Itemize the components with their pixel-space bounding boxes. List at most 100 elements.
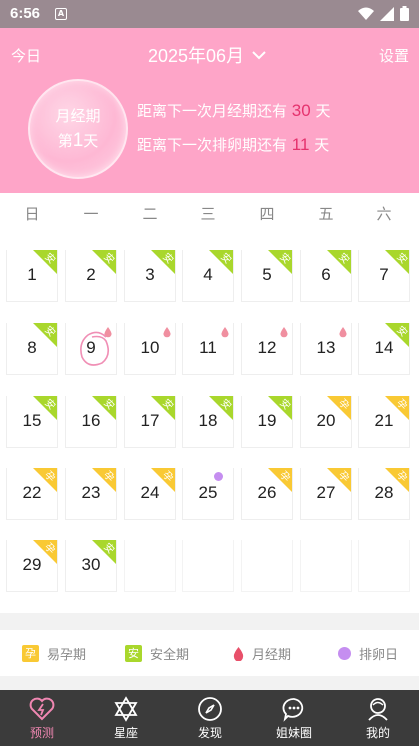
next-ovulation-text: 距离下一次排卵期还有 bbox=[137, 136, 288, 154]
safe-tag: 安 bbox=[268, 250, 292, 274]
wifi-icon bbox=[358, 7, 374, 20]
ovulation-dot-icon bbox=[338, 647, 351, 660]
day-cell[interactable]: 5安 bbox=[241, 250, 293, 302]
day-cell[interactable]: 12 bbox=[241, 323, 293, 375]
compass-icon bbox=[198, 697, 222, 721]
day-cell[interactable]: 16 安 bbox=[65, 396, 117, 448]
tab-sisters[interactable]: 姐妹圈 bbox=[252, 690, 336, 746]
status-bar: 6:56 A bbox=[0, 0, 419, 28]
day-cell[interactable]: 22 孕 bbox=[6, 468, 58, 520]
fertile-tag: 孕 bbox=[385, 396, 409, 420]
day-number: 12 bbox=[257, 338, 277, 357]
month-label: 2025年06月 bbox=[148, 46, 245, 66]
fertile-tag: 孕 bbox=[33, 468, 57, 492]
ovulation-dot-icon bbox=[214, 472, 223, 481]
today-circle bbox=[80, 331, 110, 366]
day-cell[interactable]: 29 孕 bbox=[6, 540, 58, 592]
tab-discover[interactable]: 发现 bbox=[168, 690, 252, 746]
day-number: 25 bbox=[198, 483, 218, 502]
legend-fertile-label: 易孕期 bbox=[47, 648, 87, 663]
day-cell[interactable]: 6安 bbox=[300, 250, 352, 302]
period-day-bubble: 月经期 第1天 bbox=[28, 79, 128, 179]
day-cell[interactable]: 19 安 bbox=[241, 396, 293, 448]
day-cell[interactable]: 8安 bbox=[6, 323, 58, 375]
day-cell[interactable]: 26 孕 bbox=[241, 468, 293, 520]
day-number: 13 bbox=[316, 338, 336, 357]
fertile-badge: 孕 bbox=[22, 645, 39, 662]
drop-icon bbox=[163, 327, 171, 338]
day-cell[interactable]: 20 孕 bbox=[300, 396, 352, 448]
weekday-label: 三 bbox=[200, 205, 216, 223]
next-period-days: 30 bbox=[291, 101, 311, 120]
fertile-tag: 孕 bbox=[151, 468, 175, 492]
day-cell[interactable]: 18 安 bbox=[182, 396, 234, 448]
safe-tag: 安 bbox=[151, 396, 175, 420]
notification-icon: A bbox=[55, 8, 67, 20]
safe-tag: 安 bbox=[92, 396, 116, 420]
day-cell[interactable]: 30 安 bbox=[65, 540, 117, 592]
day-number: 10 bbox=[140, 338, 160, 357]
battery-icon bbox=[400, 6, 409, 21]
weekday-label: 二 bbox=[142, 205, 158, 223]
bubble-day: 第1天 bbox=[30, 130, 126, 152]
day-cell[interactable]: 15 安 bbox=[6, 396, 58, 448]
today-button[interactable]: 今日 bbox=[11, 45, 41, 66]
legend-fertile: 孕 易孕期 bbox=[22, 644, 86, 663]
safe-badge: 安 bbox=[125, 645, 142, 662]
day-cell[interactable]: 10 bbox=[124, 323, 176, 375]
drop-icon bbox=[280, 327, 288, 338]
bubble-day-number: 1 bbox=[72, 130, 84, 151]
empty-day-cell bbox=[241, 540, 293, 592]
day-cell[interactable]: 4安 bbox=[182, 250, 234, 302]
day-cell[interactable]: 28 孕 bbox=[358, 468, 410, 520]
tab-constellation-label: 星座 bbox=[113, 726, 138, 740]
day-cell[interactable]: 23 孕 bbox=[65, 468, 117, 520]
weekday-label: 六 bbox=[376, 205, 392, 223]
fertile-tag: 孕 bbox=[327, 468, 351, 492]
day-cell[interactable]: 9 bbox=[65, 323, 117, 375]
day-cell[interactable]: 21 孕 bbox=[358, 396, 410, 448]
next-period-unit: 天 bbox=[315, 102, 331, 120]
weekday-label: 日 bbox=[24, 205, 40, 223]
fertile-tag: 孕 bbox=[327, 396, 351, 420]
tab-me[interactable]: 我的 bbox=[336, 690, 419, 746]
fertile-tag: 孕 bbox=[385, 468, 409, 492]
empty-day-cell bbox=[358, 540, 410, 592]
chevron-down-icon bbox=[252, 51, 266, 60]
day-cell[interactable]: 3安 bbox=[124, 250, 176, 302]
month-selector[interactable]: 2025年06月 bbox=[148, 42, 266, 68]
day-cell[interactable]: 2安 bbox=[65, 250, 117, 302]
day-cell[interactable]: 14 安 bbox=[358, 323, 410, 375]
day-cell[interactable]: 25 bbox=[182, 468, 234, 520]
tab-constellation[interactable]: 星座 bbox=[84, 690, 168, 746]
drop-icon bbox=[221, 327, 229, 338]
signal-icon bbox=[380, 6, 394, 21]
day-cell[interactable]: 7安 bbox=[358, 250, 410, 302]
next-ovulation-days: 11 bbox=[291, 135, 310, 154]
next-period-info: 距离下一次月经期还有 30 天 bbox=[137, 100, 331, 121]
empty-day-cell bbox=[124, 540, 176, 592]
bubble-day-suffix: 天 bbox=[83, 132, 99, 150]
settings-button[interactable]: 设置 bbox=[379, 45, 409, 66]
bottom-tab-bar: 预测 星座 发现 姐妹圈 我的 bbox=[0, 690, 419, 746]
day-cell[interactable]: 1安 bbox=[6, 250, 58, 302]
day-cell[interactable]: 13 bbox=[300, 323, 352, 375]
empty-day-cell bbox=[300, 540, 352, 592]
safe-tag: 安 bbox=[385, 323, 409, 347]
safe-tag: 安 bbox=[268, 396, 292, 420]
weekday-label: 五 bbox=[318, 205, 334, 223]
day-cell[interactable]: 24 孕 bbox=[124, 468, 176, 520]
legend-safe-label: 安全期 bbox=[150, 648, 190, 663]
safe-tag: 安 bbox=[151, 250, 175, 274]
chat-bubble-icon bbox=[282, 698, 304, 722]
day-cell[interactable]: 27 孕 bbox=[300, 468, 352, 520]
day-cell[interactable]: 11 bbox=[182, 323, 234, 375]
legend-ovulation: 排卵日 bbox=[338, 644, 398, 663]
safe-tag: 安 bbox=[33, 323, 57, 347]
tab-me-label: 我的 bbox=[365, 726, 390, 740]
tab-predict[interactable]: 预测 bbox=[0, 690, 84, 746]
legend: 孕 易孕期 安 安全期 月经期 排卵日 bbox=[0, 630, 419, 676]
empty-day-cell bbox=[182, 540, 234, 592]
legend-safe: 安 安全期 bbox=[125, 644, 189, 663]
day-cell[interactable]: 17 安 bbox=[124, 396, 176, 448]
